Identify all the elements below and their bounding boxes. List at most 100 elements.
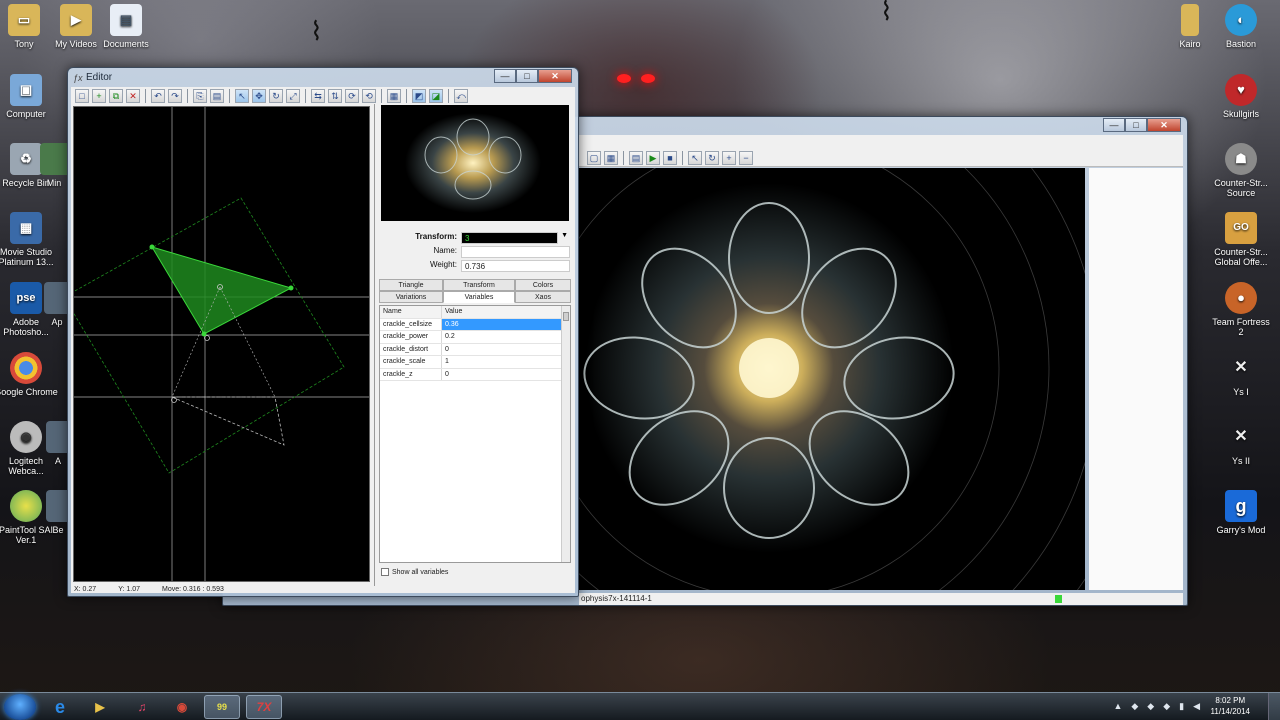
app-99-icon[interactable]: 99	[204, 695, 240, 719]
weight-field[interactable]: 0.736	[461, 260, 570, 272]
table-row[interactable]: crackle_cellsize 0.36	[380, 318, 570, 331]
show-desktop-button[interactable]	[1268, 693, 1280, 720]
desktop-icon-chrome[interactable]: Google Chrome	[0, 352, 58, 397]
variable-value[interactable]: 0	[442, 369, 570, 381]
desktop-icon-tf2[interactable]: ● Team Fortress 2	[1209, 282, 1273, 338]
desktop-icon-label: Counter-Str... Global Offe...	[1214, 247, 1268, 268]
desktop-icon-bastion[interactable]: ◐ Bastion	[1209, 4, 1273, 49]
table-row[interactable]: crackle_distort 0	[380, 343, 570, 356]
close-button[interactable]: ✕	[538, 69, 572, 83]
play-icon[interactable]: ▶	[646, 151, 660, 165]
desktop-icon-cs-source[interactable]: ☗ Counter-Str... Source	[1209, 143, 1273, 199]
flip-horizontal-icon[interactable]: ⇆	[311, 89, 325, 103]
folder-icon: ▭	[8, 4, 40, 36]
desktop-icon-min[interactable]: Min	[40, 143, 68, 188]
fit-icon[interactable]: ▢	[587, 151, 601, 165]
clock[interactable]: 8:02 PM 11/14/2014	[1211, 695, 1250, 717]
grid-scrollbar[interactable]	[561, 306, 570, 562]
desktop-icon-skullgirls[interactable]: ♥ Skullgirls	[1209, 74, 1273, 119]
tray-expand-icon[interactable]: ▲	[1113, 701, 1122, 712]
rotate-cw-icon[interactable]: ⟳	[345, 89, 359, 103]
triangle-editor-canvas[interactable]	[73, 106, 370, 582]
redo-icon[interactable]: ↷	[168, 89, 182, 103]
copy-icon[interactable]: ⎘	[193, 89, 207, 103]
tab-colors[interactable]: Colors	[515, 279, 571, 291]
start-button[interactable]	[4, 694, 36, 720]
tray-app-icon[interactable]: ◆	[1131, 701, 1138, 712]
delete-icon[interactable]: ✕	[126, 89, 140, 103]
desktop-icon-label: Bastion	[1225, 39, 1257, 49]
desktop-icon-csgo[interactable]: GO Counter-Str... Global Offe...	[1209, 212, 1273, 268]
scale-mode-icon[interactable]: ⤢	[286, 89, 300, 103]
new-transform-icon[interactable]: □	[75, 89, 89, 103]
fullscreen-icon[interactable]: ▦	[604, 151, 618, 165]
itunes-icon[interactable]: ♫	[124, 695, 160, 719]
minimize-button[interactable]: —	[494, 69, 516, 83]
desktop-icon-computer[interactable]: ▣ Computer	[0, 74, 58, 119]
zoom-in-icon[interactable]: +	[722, 151, 736, 165]
desktop-icon-ys2[interactable]: ✕ Ys II	[1209, 421, 1273, 466]
close-button[interactable]: ✕	[1147, 118, 1181, 132]
variable-value[interactable]: 1	[442, 356, 570, 368]
grid-icon[interactable]: ▦	[387, 89, 401, 103]
minimize-button[interactable]: —	[1103, 118, 1125, 132]
column-header-value[interactable]: Value	[442, 306, 570, 318]
undo-icon[interactable]: ↶	[151, 89, 165, 103]
apophysis-7x-icon[interactable]: 7X	[246, 695, 282, 719]
paste-icon[interactable]: ▤	[210, 89, 224, 103]
flip-vertical-icon[interactable]: ⇅	[328, 89, 342, 103]
rotate-mode-icon[interactable]: ↻	[269, 89, 283, 103]
transform-label: Transform:	[415, 232, 457, 241]
variable-value[interactable]: 0.2	[442, 331, 570, 343]
variable-value[interactable]: 0	[442, 344, 570, 356]
save-icon[interactable]: ▤	[629, 151, 643, 165]
tray-app-icon[interactable]: ◆	[1163, 701, 1170, 712]
duplicate-icon[interactable]: ⧉	[109, 89, 123, 103]
flame-render-view[interactable]	[579, 168, 1085, 590]
show-all-variables-checkbox[interactable]	[381, 568, 389, 576]
desktop-icon-label: Garry's Mod	[1216, 525, 1266, 535]
desktop-icon-garrys-mod[interactable]: g Garry's Mod	[1209, 490, 1273, 535]
name-field[interactable]	[461, 246, 570, 258]
editor-titlebar[interactable]: ƒx Editor — □ ✕	[68, 68, 578, 88]
tab-transform[interactable]: Transform	[443, 279, 515, 291]
zoom-out-icon[interactable]: −	[739, 151, 753, 165]
desktop-icon-label: My Videos	[55, 39, 97, 49]
stop-icon[interactable]: ■	[663, 151, 677, 165]
tab-variations[interactable]: Variations	[379, 291, 443, 303]
pointer-icon[interactable]: ↖	[688, 151, 702, 165]
move-mode-icon[interactable]: ✥	[252, 89, 266, 103]
chrome-icon[interactable]: ◉	[164, 695, 200, 719]
tab-variables[interactable]: Variables	[443, 291, 515, 303]
desktop-icon-documents[interactable]: ▤ Documents	[94, 4, 158, 49]
toggle-variations-icon[interactable]: ◩	[412, 89, 426, 103]
add-transform-icon[interactable]: +	[92, 89, 106, 103]
table-row[interactable]: crackle_power 0.2	[380, 331, 570, 344]
desktop-icon-ys1[interactable]: ✕ Ys I	[1209, 352, 1273, 397]
reset-icon[interactable]: ⤺	[454, 89, 468, 103]
volume-icon[interactable]: ◀	[1193, 701, 1200, 712]
desktop-icon-label: Tony	[14, 39, 34, 49]
transform-select[interactable]: 3	[461, 232, 558, 244]
desktop-icon-movie-studio[interactable]: ▦ Movie Studio Platinum 13...	[0, 212, 58, 268]
toggle-highlight-icon[interactable]: ◪	[429, 89, 443, 103]
variable-value[interactable]: 0.36	[442, 318, 570, 330]
scrollbar-thumb[interactable]	[563, 312, 569, 321]
select-mode-icon[interactable]: ↖	[235, 89, 249, 103]
apophysis-icon: ƒx	[73, 73, 83, 83]
maximize-button[interactable]: □	[516, 69, 538, 83]
column-header-name[interactable]: Name	[380, 306, 442, 318]
tab-xaos[interactable]: Xaos	[515, 291, 571, 303]
tab-triangle[interactable]: Triangle	[379, 279, 443, 291]
maximize-button[interactable]: □	[1125, 118, 1147, 132]
rotate-ccw-icon[interactable]: ⟲	[362, 89, 376, 103]
network-icon[interactable]: ▮	[1179, 701, 1184, 712]
desktop-icon-label: Logitech Webca...	[8, 456, 44, 477]
tray-app-icon[interactable]: ◆	[1147, 701, 1154, 712]
table-row[interactable]: crackle_z 0	[380, 368, 570, 381]
table-row[interactable]: crackle_scale 1	[380, 356, 570, 369]
rotate-icon[interactable]: ↻	[705, 151, 719, 165]
chevron-down-icon[interactable]: ▼	[561, 232, 568, 239]
ie-icon[interactable]: e	[42, 695, 78, 719]
explorer-icon[interactable]: ▶	[82, 695, 118, 719]
